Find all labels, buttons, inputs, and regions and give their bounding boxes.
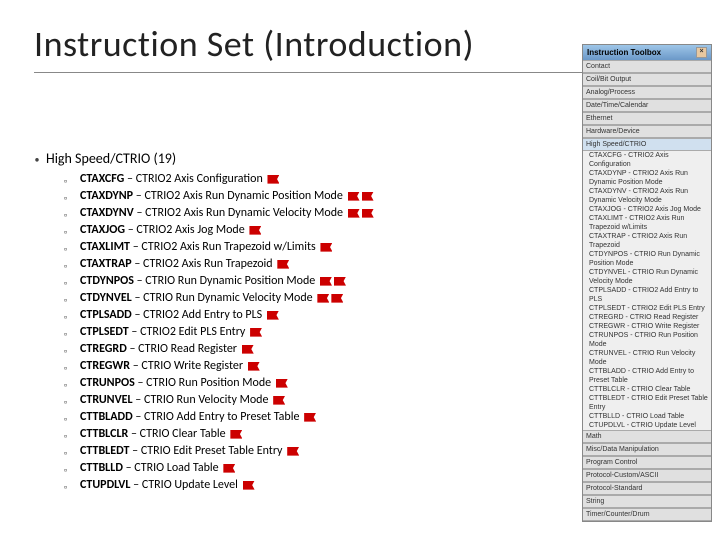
instruction-item: CTTBLLD – CTRIO Load Table	[80, 460, 564, 477]
flag-icon	[320, 277, 332, 286]
toolbox-item[interactable]: CTAXJOG - CTRIO2 Axis Jog Mode	[583, 205, 711, 214]
flag-icon	[348, 192, 360, 201]
flag-icon	[248, 362, 260, 371]
flag-icon	[273, 396, 285, 405]
toolbox-item[interactable]: CTRUNPOS - CTRIO Run Position Mode	[583, 331, 711, 349]
toolbox-item[interactable]: CTREGRD - CTRIO Read Register	[583, 313, 711, 322]
toolbox-item[interactable]: CTPLSADD - CTRIO2 Add Entry to PLS	[583, 286, 711, 304]
toolbox-item[interactable]: CTRUNVEL - CTRIO Run Velocity Mode	[583, 349, 711, 367]
toolbox-section[interactable]: Protocol-Standard	[583, 482, 711, 495]
toolbox-section[interactable]: Contact	[583, 60, 711, 73]
flag-icon	[331, 294, 343, 303]
toolbox-item[interactable]: CTDYNVEL - CTRIO Run Dynamic Velocity Mo…	[583, 268, 711, 286]
flag-icon	[276, 379, 288, 388]
flag-icon	[362, 192, 374, 201]
flag-icon	[250, 328, 262, 337]
flag-icon	[230, 430, 242, 439]
flag-icon	[334, 277, 346, 286]
instruction-item: CTDYNPOS – CTRIO Run Dynamic Position Mo…	[80, 273, 564, 290]
toolbox-item[interactable]: CTPLSEDT - CTRIO2 Edit PLS Entry	[583, 304, 711, 313]
toolbox-item[interactable]: CTTBLADD - CTRIO Add Entry to Preset Tab…	[583, 367, 711, 385]
toolbox-item[interactable]: CTREGWR - CTRIO Write Register	[583, 322, 711, 331]
flag-icon	[242, 345, 254, 354]
instruction-toolbox: Instruction Toolbox × ContactCoil/Bit Ou…	[582, 44, 712, 522]
instruction-item: CTRUNPOS – CTRIO Run Position Mode	[80, 375, 564, 392]
toolbox-section[interactable]: Program Control	[583, 456, 711, 469]
flag-icon	[223, 464, 235, 473]
flag-icon	[249, 226, 261, 235]
toolbox-item[interactable]: CTAXTRAP - CTRIO2 Axis Run Trapezoid	[583, 232, 711, 250]
instruction-item: CTAXDYNV – CTRIO2 Axis Run Dynamic Veloc…	[80, 205, 564, 222]
toolbox-section[interactable]: Coil/Bit Output	[583, 73, 711, 86]
instruction-item: CTREGWR – CTRIO Write Register	[80, 358, 564, 375]
toolbox-item[interactable]: CTDYNPOS - CTRIO Run Dynamic Position Mo…	[583, 250, 711, 268]
instruction-item: CTUPDLVL – CTRIO Update Level	[80, 477, 564, 494]
toolbox-item[interactable]: CTAXDYNV - CTRIO2 Axis Run Dynamic Veloc…	[583, 187, 711, 205]
instruction-item: CTRUNVEL – CTRIO Run Velocity Mode	[80, 392, 564, 409]
flag-icon	[348, 209, 360, 218]
toolbox-section[interactable]: Date/Time/Calendar	[583, 99, 711, 112]
toolbox-item[interactable]: CTUPDLVL - CTRIO Update Level	[583, 421, 711, 430]
instruction-item: CTAXLIMT – CTRIO2 Axis Run Trapezoid w/L…	[80, 239, 564, 256]
toolbox-section[interactable]: Hardware/Device	[583, 125, 711, 138]
category-heading: •High Speed/CTRIO (19)	[34, 150, 564, 167]
toolbox-titlebar[interactable]: Instruction Toolbox ×	[583, 45, 711, 60]
toolbox-section[interactable]: Ethernet	[583, 112, 711, 125]
toolbox-section[interactable]: Protocol-Custom/ASCII	[583, 469, 711, 482]
instruction-item: CTAXJOG – CTRIO2 Axis Jog Mode	[80, 222, 564, 239]
toolbox-section[interactable]: String	[583, 495, 711, 508]
instruction-item: CTAXCFG – CTRIO2 Axis Configuration	[80, 171, 564, 188]
instruction-item: CTTBLEDT – CTRIO Edit Preset Table Entry	[80, 443, 564, 460]
toolbox-item[interactable]: CTAXCFG - CTRIO2 Axis Configuration	[583, 151, 711, 169]
instruction-item: CTDYNVEL – CTRIO Run Dynamic Velocity Mo…	[80, 290, 564, 307]
flag-icon	[267, 175, 279, 184]
toolbox-item[interactable]: CTTBLLD - CTRIO Load Table	[583, 412, 711, 421]
close-icon[interactable]: ×	[696, 47, 707, 58]
flag-icon	[267, 311, 279, 320]
toolbox-item[interactable]: CTTBLEDT - CTRIO Edit Preset Table Entry	[583, 394, 711, 412]
toolbox-section[interactable]: Analog/Process	[583, 86, 711, 99]
content-block: •High Speed/CTRIO (19) CTAXCFG – CTRIO2 …	[34, 150, 564, 494]
instruction-item: CTPLSEDT – CTRIO2 Edit PLS Entry	[80, 324, 564, 341]
instruction-item: CTAXDYNP – CTRIO2 Axis Run Dynamic Posit…	[80, 188, 564, 205]
instruction-item: CTREGRD – CTRIO Read Register	[80, 341, 564, 358]
instruction-item: CTTBLCLR – CTRIO Clear Table	[80, 426, 564, 443]
instruction-item: CTAXTRAP – CTRIO2 Axis Run Trapezoid	[80, 256, 564, 273]
toolbox-section[interactable]: Misc/Data Manipulation	[583, 443, 711, 456]
flag-icon	[317, 294, 329, 303]
toolbox-section[interactable]: Timer/Counter/Drum	[583, 508, 711, 521]
instruction-list: CTAXCFG – CTRIO2 Axis Configuration CTAX…	[34, 171, 564, 494]
flag-icon	[277, 260, 289, 269]
toolbox-item[interactable]: CTAXLIMT - CTRIO2 Axis Run Trapezoid w/L…	[583, 214, 711, 232]
flag-icon	[287, 447, 299, 456]
toolbox-section[interactable]: High Speed/CTRIO	[583, 138, 711, 151]
toolbox-item[interactable]: CTAXDYNP - CTRIO2 Axis Run Dynamic Posit…	[583, 169, 711, 187]
toolbox-item[interactable]: CTTBLCLR - CTRIO Clear Table	[583, 385, 711, 394]
flag-icon	[362, 209, 374, 218]
instruction-item: CTPLSADD – CTRIO2 Add Entry to PLS	[80, 307, 564, 324]
flag-icon	[243, 481, 255, 490]
flag-icon	[320, 243, 332, 252]
flag-icon	[304, 413, 316, 422]
toolbox-section[interactable]: Math	[583, 430, 711, 443]
page-title: Instruction Set (Introduction)	[34, 22, 474, 66]
instruction-item: CTTBLADD – CTRIO Add Entry to Preset Tab…	[80, 409, 564, 426]
